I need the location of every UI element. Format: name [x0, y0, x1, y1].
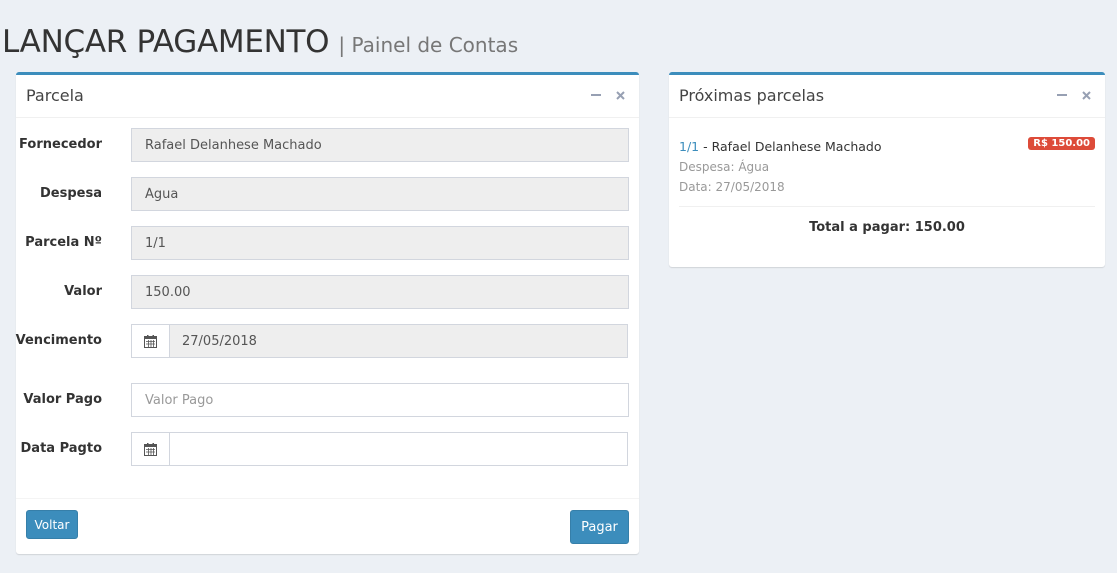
- despesa-field: [131, 177, 629, 211]
- page-header: LANÇAR PAGAMENTO | Painel de Contas: [2, 24, 518, 60]
- page-title: LANÇAR PAGAMENTO: [2, 24, 330, 60]
- calendar-icon[interactable]: [131, 432, 169, 466]
- parcela-field: [131, 226, 629, 260]
- close-icon[interactable]: [613, 88, 627, 102]
- form-row-despesa: Despesa: [16, 177, 639, 211]
- proximas-box-title: Próximas parcelas: [679, 86, 825, 105]
- parcela-box-title: Parcela: [26, 86, 84, 105]
- form-row-valor-pago: Valor Pago: [16, 383, 639, 417]
- item-name: - Rafael Delanhese Machado: [703, 139, 882, 154]
- pay-button[interactable]: Pagar: [570, 510, 629, 544]
- form-row-parcela: Parcela Nº: [16, 226, 639, 260]
- form-row-data-pagto: Data Pagto: [16, 432, 639, 466]
- vencimento-field: [169, 324, 628, 358]
- valor-field: [131, 275, 629, 309]
- parcela-box-header: Parcela: [16, 75, 639, 118]
- parcela-box-footer: Voltar Pagar: [16, 498, 639, 554]
- close-icon[interactable]: [1079, 88, 1093, 102]
- back-button[interactable]: Voltar: [26, 510, 78, 539]
- calendar-icon: [131, 324, 169, 358]
- amount-badge: R$ 150.00: [1028, 137, 1095, 150]
- form-row-vencimento: Vencimento: [16, 324, 639, 358]
- total-to-pay: Total a pagar: 150.00: [809, 220, 965, 235]
- parcela-label: Parcela Nº: [25, 235, 102, 250]
- data-pagto-input[interactable]: [169, 432, 628, 466]
- valor-pago-label: Valor Pago: [23, 392, 102, 407]
- fornecedor-field: [131, 128, 629, 162]
- minus-icon[interactable]: [1055, 88, 1069, 102]
- divider: [679, 206, 1095, 207]
- vencimento-input-group: [131, 324, 628, 358]
- valor-label: Valor: [64, 284, 102, 299]
- proximas-parcelas-box: Próximas parcelas 1/1 - Rafael Delanhese…: [669, 72, 1105, 267]
- data-pagto-label: Data Pagto: [20, 441, 102, 456]
- item-despesa: Despesa: Água: [679, 160, 770, 174]
- fornecedor-label: Fornecedor: [19, 137, 102, 152]
- item-link[interactable]: 1/1: [679, 139, 699, 154]
- page-subtitle: | Painel de Contas: [338, 33, 519, 57]
- proximas-box-header: Próximas parcelas: [669, 75, 1105, 118]
- despesa-label: Despesa: [40, 186, 102, 201]
- valor-pago-input[interactable]: [131, 383, 629, 417]
- item-data: Data: 27/05/2018: [679, 180, 785, 194]
- form-row-fornecedor: Fornecedor: [16, 128, 639, 162]
- parcela-box: Parcela Fornecedor Despesa Parcela Nº Va…: [16, 72, 639, 554]
- form-row-valor: Valor: [16, 275, 639, 309]
- vencimento-label: Vencimento: [15, 333, 102, 348]
- data-pagto-input-group: [131, 432, 628, 466]
- parcela-box-tools: [589, 88, 627, 102]
- proximas-box-tools: [1055, 88, 1093, 102]
- minus-icon[interactable]: [589, 88, 603, 102]
- list-item: 1/1 - Rafael Delanhese Machado Despesa: …: [679, 137, 1095, 197]
